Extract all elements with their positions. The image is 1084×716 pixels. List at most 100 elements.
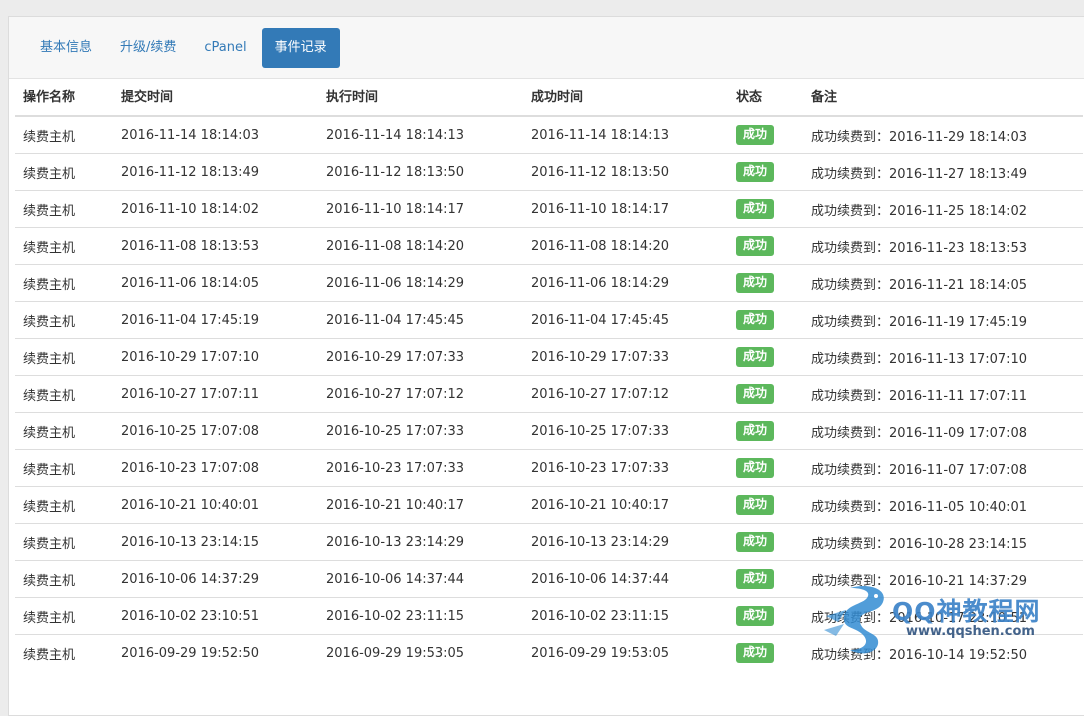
cell-note: 成功续费到：2016-11-11 17:07:11 (803, 375, 1083, 413)
cell-exec-time: 2016-10-02 23:11:15 (318, 597, 523, 635)
cell-operation: 续费主机 (15, 634, 113, 671)
table-row: 续费主机 2016-10-13 23:14:15 2016-10-13 23:14:… (15, 523, 1083, 561)
cell-submit-time: 2016-10-25 17:07:08 (113, 412, 318, 450)
header-operation: 操作名称 (15, 76, 113, 117)
cell-note: 成功续费到：2016-11-29 18:14:03 (803, 115, 1083, 154)
cell-exec-time: 2016-11-12 18:13:50 (318, 153, 523, 191)
cell-note: 成功续费到：2016-11-25 18:14:02 (803, 190, 1083, 228)
cell-status: 成功 (728, 486, 803, 524)
cell-success-time: 2016-11-12 18:13:50 (523, 153, 728, 191)
cell-success-time: 2016-11-10 18:14:17 (523, 190, 728, 228)
cell-status: 成功 (728, 523, 803, 561)
status-badge: 成功 (736, 310, 775, 330)
cell-operation: 续费主机 (15, 301, 113, 339)
cell-exec-time: 2016-10-13 23:14:29 (318, 523, 523, 561)
cell-submit-time: 2016-11-12 18:13:49 (113, 153, 318, 191)
cell-exec-time: 2016-10-21 10:40:17 (318, 486, 523, 524)
tab-bar: 基本信息 升级/续费 cPanel 事件记录 (9, 17, 1084, 79)
cell-note: 成功续费到：2016-10-28 23:14:15 (803, 523, 1083, 561)
cell-success-time: 2016-10-29 17:07:33 (523, 338, 728, 376)
cell-exec-time: 2016-11-08 18:14:20 (318, 227, 523, 265)
watermark-title: QQ神教程网 (892, 597, 1041, 626)
watermark-url: www.qqshen.com (906, 624, 1035, 639)
cell-operation: 续费主机 (15, 523, 113, 561)
cell-submit-time: 2016-10-23 17:07:08 (113, 449, 318, 487)
cell-submit-time: 2016-11-06 18:14:05 (113, 264, 318, 302)
cell-note: 成功续费到：2016-11-05 10:40:01 (803, 486, 1083, 524)
header-success-time: 成功时间 (523, 76, 728, 117)
cell-success-time: 2016-10-27 17:07:12 (523, 375, 728, 413)
cell-submit-time: 2016-10-06 14:37:29 (113, 560, 318, 598)
status-badge: 成功 (736, 458, 775, 478)
cell-operation: 续费主机 (15, 375, 113, 413)
status-badge: 成功 (736, 569, 775, 589)
cell-status: 成功 (728, 115, 803, 154)
cell-operation: 续费主机 (15, 227, 113, 265)
table-header-row: 操作名称 提交时间 执行时间 成功时间 状态 备注 (15, 76, 1083, 117)
status-badge: 成功 (736, 495, 775, 515)
table-row: 续费主机 2016-10-21 10:40:01 2016-10-21 10:40:… (15, 486, 1083, 524)
cell-success-time: 2016-10-06 14:37:44 (523, 560, 728, 598)
cell-note: 成功续费到：2016-11-19 17:45:19 (803, 301, 1083, 339)
cell-success-time: 2016-10-21 10:40:17 (523, 486, 728, 524)
cell-status: 成功 (728, 560, 803, 598)
status-badge: 成功 (736, 236, 775, 256)
status-badge: 成功 (736, 606, 775, 626)
cell-status: 成功 (728, 597, 803, 635)
cell-success-time: 2016-10-02 23:11:15 (523, 597, 728, 635)
cell-exec-time: 2016-10-25 17:07:33 (318, 412, 523, 450)
cell-submit-time: 2016-11-10 18:14:02 (113, 190, 318, 228)
cell-success-time: 2016-11-08 18:14:20 (523, 227, 728, 265)
cell-status: 成功 (728, 227, 803, 265)
cell-submit-time: 2016-09-29 19:52:50 (113, 634, 318, 671)
tab-event-log[interactable]: 事件记录 (261, 27, 340, 68)
table-row: 续费主机 2016-10-25 17:07:08 2016-10-25 17:07:… (15, 412, 1083, 450)
status-badge: 成功 (736, 384, 775, 404)
table-row: 续费主机 2016-10-29 17:07:10 2016-10-29 17:07:… (15, 338, 1083, 376)
cell-status: 成功 (728, 338, 803, 376)
tab-cpanel[interactable]: cPanel (191, 28, 259, 68)
header-note: 备注 (803, 76, 1083, 117)
cell-exec-time: 2016-11-10 18:14:17 (318, 190, 523, 228)
cell-submit-time: 2016-10-29 17:07:10 (113, 338, 318, 376)
cell-operation: 续费主机 (15, 153, 113, 191)
header-exec-time: 执行时间 (318, 76, 523, 117)
cell-exec-time: 2016-10-23 17:07:33 (318, 449, 523, 487)
cell-submit-time: 2016-10-27 17:07:11 (113, 375, 318, 413)
tab-upgrade-renew[interactable]: 升级/续费 (107, 28, 189, 68)
cell-status: 成功 (728, 264, 803, 302)
cell-status: 成功 (728, 412, 803, 450)
table-row: 续费主机 2016-10-27 17:07:11 2016-10-27 17:07:… (15, 375, 1083, 413)
status-badge: 成功 (736, 347, 775, 367)
tab-basic-info[interactable]: 基本信息 (27, 28, 105, 68)
cell-status: 成功 (728, 634, 803, 671)
cell-exec-time: 2016-11-14 18:14:13 (318, 115, 523, 154)
cell-status: 成功 (728, 375, 803, 413)
cell-note: 成功续费到：2016-11-21 18:14:05 (803, 264, 1083, 302)
cell-success-time: 2016-10-23 17:07:33 (523, 449, 728, 487)
table-row: 续费主机 2016-11-08 18:13:53 2016-11-08 18:14:… (15, 227, 1083, 265)
cell-status: 成功 (728, 153, 803, 191)
cell-operation: 续费主机 (15, 597, 113, 635)
cell-operation: 续费主机 (15, 115, 113, 154)
cell-status: 成功 (728, 190, 803, 228)
cell-note: 成功续费到：2016-11-13 17:07:10 (803, 338, 1083, 376)
cell-operation: 续费主机 (15, 190, 113, 228)
cell-status: 成功 (728, 449, 803, 487)
cell-submit-time: 2016-10-21 10:40:01 (113, 486, 318, 524)
table-row: 续费主机 2016-11-06 18:14:05 2016-11-06 18:14:… (15, 264, 1083, 302)
watermark: QQ神教程网 www.qqshen.com (820, 580, 1082, 658)
cell-note: 成功续费到：2016-11-07 17:07:08 (803, 449, 1083, 487)
header-submit-time: 提交时间 (113, 76, 318, 117)
status-badge: 成功 (736, 421, 775, 441)
cell-exec-time: 2016-11-06 18:14:29 (318, 264, 523, 302)
status-badge: 成功 (736, 273, 775, 293)
cell-operation: 续费主机 (15, 338, 113, 376)
header-status: 状态 (728, 76, 803, 117)
cell-operation: 续费主机 (15, 264, 113, 302)
cell-submit-time: 2016-11-08 18:13:53 (113, 227, 318, 265)
cell-success-time: 2016-11-14 18:14:13 (523, 115, 728, 154)
cell-success-time: 2016-11-06 18:14:29 (523, 264, 728, 302)
cell-status: 成功 (728, 301, 803, 339)
cell-submit-time: 2016-11-04 17:45:19 (113, 301, 318, 339)
